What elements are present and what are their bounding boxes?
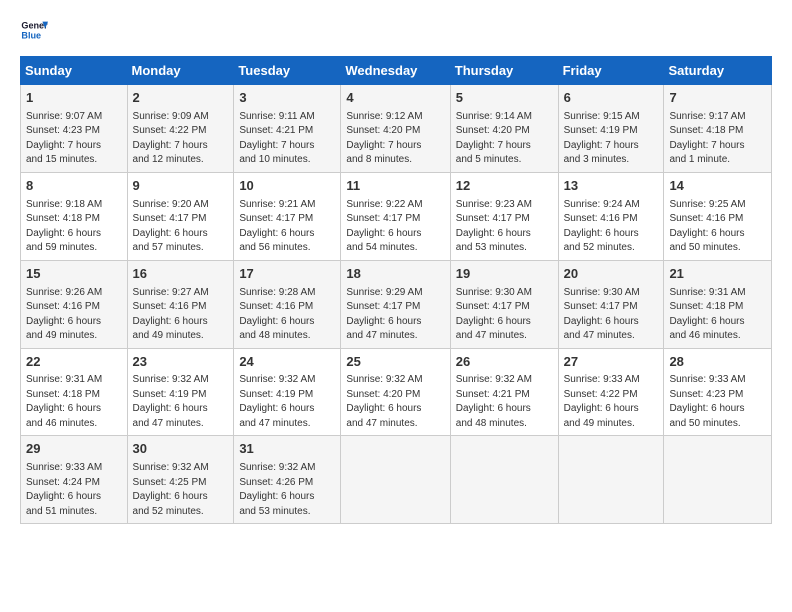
calendar-cell: 11Sunrise: 9:22 AMSunset: 4:17 PMDayligh…	[341, 172, 450, 260]
day-number: 21	[669, 265, 766, 284]
calendar-cell: 17Sunrise: 9:28 AMSunset: 4:16 PMDayligh…	[234, 260, 341, 348]
day-header-thursday: Thursday	[450, 57, 558, 85]
calendar-cell: 19Sunrise: 9:30 AMSunset: 4:17 PMDayligh…	[450, 260, 558, 348]
calendar-cell: 28Sunrise: 9:33 AMSunset: 4:23 PMDayligh…	[664, 348, 772, 436]
day-number: 4	[346, 89, 444, 108]
day-header-tuesday: Tuesday	[234, 57, 341, 85]
day-number: 19	[456, 265, 553, 284]
calendar-table: SundayMondayTuesdayWednesdayThursdayFrid…	[20, 56, 772, 524]
day-number: 13	[564, 177, 659, 196]
calendar-cell: 26Sunrise: 9:32 AMSunset: 4:21 PMDayligh…	[450, 348, 558, 436]
day-number: 27	[564, 353, 659, 372]
day-number: 25	[346, 353, 444, 372]
calendar-cell: 16Sunrise: 9:27 AMSunset: 4:16 PMDayligh…	[127, 260, 234, 348]
calendar-cell: 27Sunrise: 9:33 AMSunset: 4:22 PMDayligh…	[558, 348, 664, 436]
day-number: 15	[26, 265, 122, 284]
calendar-body: 1Sunrise: 9:07 AMSunset: 4:23 PMDaylight…	[21, 85, 772, 524]
day-number: 24	[239, 353, 335, 372]
calendar-cell: 30Sunrise: 9:32 AMSunset: 4:25 PMDayligh…	[127, 436, 234, 524]
calendar-cell: 23Sunrise: 9:32 AMSunset: 4:19 PMDayligh…	[127, 348, 234, 436]
day-header-sunday: Sunday	[21, 57, 128, 85]
calendar-cell: 4Sunrise: 9:12 AMSunset: 4:20 PMDaylight…	[341, 85, 450, 173]
day-number: 9	[133, 177, 229, 196]
day-number: 10	[239, 177, 335, 196]
calendar-cell: 3Sunrise: 9:11 AMSunset: 4:21 PMDaylight…	[234, 85, 341, 173]
calendar-cell: 14Sunrise: 9:25 AMSunset: 4:16 PMDayligh…	[664, 172, 772, 260]
calendar-cell: 12Sunrise: 9:23 AMSunset: 4:17 PMDayligh…	[450, 172, 558, 260]
day-number: 18	[346, 265, 444, 284]
day-number: 11	[346, 177, 444, 196]
calendar-cell: 24Sunrise: 9:32 AMSunset: 4:19 PMDayligh…	[234, 348, 341, 436]
day-header-friday: Friday	[558, 57, 664, 85]
calendar-cell: 29Sunrise: 9:33 AMSunset: 4:24 PMDayligh…	[21, 436, 128, 524]
day-number: 29	[26, 440, 122, 459]
calendar-cell: 9Sunrise: 9:20 AMSunset: 4:17 PMDaylight…	[127, 172, 234, 260]
day-number: 6	[564, 89, 659, 108]
day-number: 14	[669, 177, 766, 196]
svg-text:Blue: Blue	[21, 30, 41, 40]
calendar-cell: 18Sunrise: 9:29 AMSunset: 4:17 PMDayligh…	[341, 260, 450, 348]
calendar-cell: 21Sunrise: 9:31 AMSunset: 4:18 PMDayligh…	[664, 260, 772, 348]
calendar-cell	[664, 436, 772, 524]
day-number: 7	[669, 89, 766, 108]
day-header-wednesday: Wednesday	[341, 57, 450, 85]
day-number: 22	[26, 353, 122, 372]
calendar-cell: 2Sunrise: 9:09 AMSunset: 4:22 PMDaylight…	[127, 85, 234, 173]
calendar-header: SundayMondayTuesdayWednesdayThursdayFrid…	[21, 57, 772, 85]
day-number: 28	[669, 353, 766, 372]
week-row-2: 8Sunrise: 9:18 AMSunset: 4:18 PMDaylight…	[21, 172, 772, 260]
day-number: 31	[239, 440, 335, 459]
day-number: 26	[456, 353, 553, 372]
day-header-saturday: Saturday	[664, 57, 772, 85]
day-number: 8	[26, 177, 122, 196]
page-container: General Blue SundayMondayTuesdayWednesda…	[0, 0, 792, 534]
day-number: 20	[564, 265, 659, 284]
calendar-cell	[450, 436, 558, 524]
calendar-cell: 8Sunrise: 9:18 AMSunset: 4:18 PMDaylight…	[21, 172, 128, 260]
week-row-1: 1Sunrise: 9:07 AMSunset: 4:23 PMDaylight…	[21, 85, 772, 173]
calendar-cell: 10Sunrise: 9:21 AMSunset: 4:17 PMDayligh…	[234, 172, 341, 260]
day-number: 12	[456, 177, 553, 196]
logo: General Blue	[20, 16, 48, 44]
day-number: 17	[239, 265, 335, 284]
day-number: 16	[133, 265, 229, 284]
calendar-cell: 5Sunrise: 9:14 AMSunset: 4:20 PMDaylight…	[450, 85, 558, 173]
day-number: 3	[239, 89, 335, 108]
logo-icon: General Blue	[20, 16, 48, 44]
day-number: 1	[26, 89, 122, 108]
day-number: 5	[456, 89, 553, 108]
calendar-cell: 6Sunrise: 9:15 AMSunset: 4:19 PMDaylight…	[558, 85, 664, 173]
calendar-cell	[341, 436, 450, 524]
calendar-cell: 15Sunrise: 9:26 AMSunset: 4:16 PMDayligh…	[21, 260, 128, 348]
calendar-cell	[558, 436, 664, 524]
week-row-4: 22Sunrise: 9:31 AMSunset: 4:18 PMDayligh…	[21, 348, 772, 436]
calendar-cell: 22Sunrise: 9:31 AMSunset: 4:18 PMDayligh…	[21, 348, 128, 436]
calendar-cell: 1Sunrise: 9:07 AMSunset: 4:23 PMDaylight…	[21, 85, 128, 173]
calendar-cell: 31Sunrise: 9:32 AMSunset: 4:26 PMDayligh…	[234, 436, 341, 524]
day-number: 2	[133, 89, 229, 108]
week-row-5: 29Sunrise: 9:33 AMSunset: 4:24 PMDayligh…	[21, 436, 772, 524]
calendar-cell: 13Sunrise: 9:24 AMSunset: 4:16 PMDayligh…	[558, 172, 664, 260]
calendar-cell: 20Sunrise: 9:30 AMSunset: 4:17 PMDayligh…	[558, 260, 664, 348]
calendar-cell: 25Sunrise: 9:32 AMSunset: 4:20 PMDayligh…	[341, 348, 450, 436]
day-header-monday: Monday	[127, 57, 234, 85]
week-row-3: 15Sunrise: 9:26 AMSunset: 4:16 PMDayligh…	[21, 260, 772, 348]
day-number: 23	[133, 353, 229, 372]
day-header-row: SundayMondayTuesdayWednesdayThursdayFrid…	[21, 57, 772, 85]
calendar-cell: 7Sunrise: 9:17 AMSunset: 4:18 PMDaylight…	[664, 85, 772, 173]
header: General Blue	[20, 16, 772, 44]
day-number: 30	[133, 440, 229, 459]
